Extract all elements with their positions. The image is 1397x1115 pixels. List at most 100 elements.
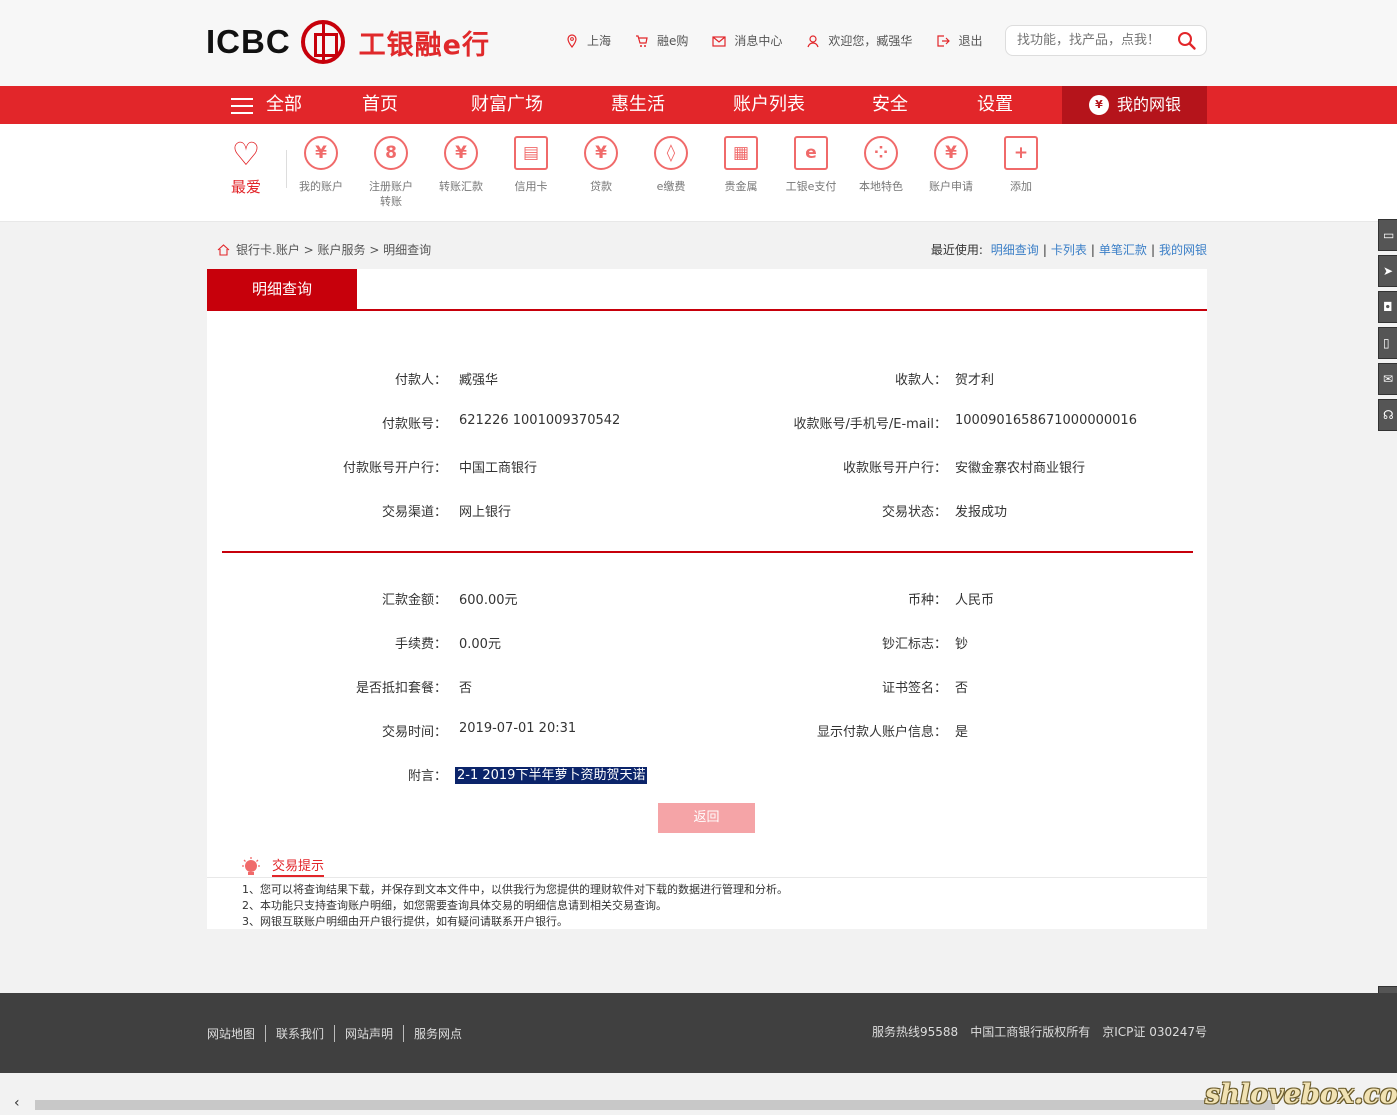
field-cert-sign-label: 证书签名： <box>881 681 947 696</box>
nav-all[interactable]: 全部 <box>266 86 302 124</box>
top-links: 上海 融e购 消息中心 欢迎您，臧强华 退出 <box>565 32 1006 49</box>
icbc-emblem-icon <box>300 20 345 64</box>
shortcut-gold[interactable]: ▦ 贵金属 <box>706 136 776 194</box>
breadcrumb-path[interactable]: 银行卡.账户 > 账户服务 > 明细查询 <box>236 241 431 258</box>
register-transfer-icon: 8 <box>374 136 408 170</box>
recent-link-mybank[interactable]: 我的网银 <box>1159 243 1207 257</box>
field-payee-account-value: 1000901658671000000016 <box>955 413 1137 428</box>
shortcut-strip: ♡ 最爱 ¥ 我的账户 8 注册账户转账 ¥ 转账汇款 ▤ 信用卡 ¥ 贷款 ◊… <box>0 124 1397 222</box>
welcome-user[interactable]: 欢迎您，臧强华 <box>806 32 912 49</box>
side-tool-bag[interactable]: ▭ <box>1378 219 1397 251</box>
field-cash-flag-label: 钞汇标志： <box>881 637 947 652</box>
nav-home[interactable]: 首页 <box>362 86 398 124</box>
shortcut-register-transfer[interactable]: 8 注册账户转账 <box>356 136 426 209</box>
scrollbar-thumb[interactable] <box>35 1100 1275 1110</box>
footer-link-contact[interactable]: 联系我们 <box>265 1025 334 1042</box>
logout-icon <box>937 34 951 47</box>
shortcut-label: 转账汇款 <box>439 180 483 193</box>
logo-cn-text: 工银融e行 <box>358 29 490 61</box>
memo-text: 2-1 2019下半年萝卜资助贺天诺 <box>455 767 648 784</box>
footer: 网站地图 联系我们 网站声明 服务网点 服务热线95588 中国工商银行版权所有… <box>0 993 1397 1073</box>
epay-icon: e <box>794 136 828 170</box>
search-box <box>1005 25 1207 56</box>
nav-wealth[interactable]: 财富广场 <box>471 86 543 124</box>
shortcut-label: 账户申请 <box>929 180 973 193</box>
shortcut-loan[interactable]: ¥ 贷款 <box>566 136 636 194</box>
menu-icon[interactable] <box>231 98 253 114</box>
back-button[interactable]: 返回 <box>658 803 755 833</box>
shortcut-local[interactable]: ⁘ 本地特色 <box>846 136 916 194</box>
tab-detail-query[interactable]: 明细查询 <box>207 269 357 311</box>
side-tool-mail[interactable]: ✉ <box>1378 363 1397 395</box>
mail-icon: ✉ <box>1383 372 1394 386</box>
side-tool-service[interactable]: ☊ <box>1378 399 1397 431</box>
field-currency-label: 币种： <box>907 593 947 608</box>
shortcut-my-account[interactable]: ¥ 我的账户 <box>286 136 356 194</box>
shortcut-label: 贷款 <box>590 180 612 193</box>
nav-my-ebank[interactable]: ¥ 我的网银 <box>1062 86 1207 124</box>
field-payee-label: 收款人： <box>894 373 947 388</box>
field-cash-flag-value: 钞 <box>955 637 969 652</box>
favorites-label: 最爱 <box>230 178 261 196</box>
gold-icon: ▦ <box>724 136 758 170</box>
payment-icon: ◊ <box>654 136 688 170</box>
field-payee-bank-value: 安徽金寨农村商业银行 <box>955 461 1086 476</box>
favorites[interactable]: ♡ 最爱 <box>228 136 264 197</box>
shortcut-epayment[interactable]: ◊ e缴费 <box>636 136 706 194</box>
shortcut-label: 注册账户转账 <box>369 180 413 208</box>
search-icon[interactable] <box>1177 31 1197 51</box>
section-divider <box>222 551 1193 553</box>
horizontal-scrollbar[interactable]: ‹ <box>0 1095 1397 1115</box>
icbc-logo[interactable]: ICBC 工银融e行 <box>206 20 490 64</box>
bag-icon: ▭ <box>1383 228 1395 242</box>
shortcut-add[interactable]: + 添加 <box>986 136 1056 194</box>
nav-accounts[interactable]: 账户列表 <box>733 86 805 124</box>
detail-panel: 明细查询 付款人： 臧强华 收款人： 贺才利 付款账号： 621226 1001… <box>207 269 1207 929</box>
footer-link-statement[interactable]: 网站声明 <box>334 1025 403 1042</box>
credit-card-icon: ▤ <box>514 136 548 170</box>
send-icon: ➤ <box>1383 264 1394 278</box>
shortcut-account-apply[interactable]: ¥ 账户申请 <box>916 136 986 194</box>
message-center-link[interactable]: 消息中心 <box>712 32 782 49</box>
tip-line: 3、网银互联账户明细由开户银行提供，如有疑问请联系开户银行。 <box>242 915 568 928</box>
account-icon: ¥ <box>304 136 338 170</box>
shortcut-label: 本地特色 <box>859 180 903 193</box>
watermark: shlovebox.com <box>1205 1079 1397 1110</box>
footer-link-sitemap[interactable]: 网站地图 <box>207 1025 265 1042</box>
my-ebank-label: 我的网银 <box>1117 95 1182 114</box>
tip-line: 2、本功能只支持查询账户明细，如您需要查询具体交易的明细信息请到相关交易查询。 <box>242 899 667 912</box>
lightbulb-icon <box>242 857 260 875</box>
footer-link-outlets[interactable]: 服务网点 <box>403 1025 472 1042</box>
shortcut-epay[interactable]: e 工银e支付 <box>776 136 846 194</box>
location-icon <box>567 33 577 48</box>
home-icon[interactable] <box>217 243 230 256</box>
shortcut-transfer[interactable]: ¥ 转账汇款 <box>426 136 496 194</box>
message-center-label: 消息中心 <box>734 34 783 48</box>
field-cert-sign-value: 否 <box>955 681 969 696</box>
shortcut-label: 工银e支付 <box>785 180 837 193</box>
recent-link-cards[interactable]: 卡列表 <box>1051 243 1087 257</box>
recent-link-detail[interactable]: 明细查询 <box>991 243 1039 257</box>
field-payee-bank-label: 收款账号开户行： <box>842 461 947 476</box>
search-input[interactable] <box>1006 26 1166 55</box>
nav-settings[interactable]: 设置 <box>977 86 1013 124</box>
side-tool-send[interactable]: ➤ <box>1378 255 1397 287</box>
emall-link[interactable]: 融e购 <box>635 32 688 49</box>
recent-link-remit[interactable]: 单笔汇款 <box>1099 243 1147 257</box>
nav-life[interactable]: 惠生活 <box>611 86 665 124</box>
shortcut-label: e缴费 <box>656 180 686 193</box>
side-tool-camera[interactable]: ◘ <box>1378 291 1397 323</box>
shortcut-credit-card[interactable]: ▤ 信用卡 <box>496 136 566 194</box>
shortcut-label: 我的账户 <box>299 180 343 193</box>
side-tool-clipboard[interactable]: ▯ <box>1378 327 1397 359</box>
footer-icp: 京ICP证 030247号 <box>1102 1025 1207 1039</box>
nav-security[interactable]: 安全 <box>872 86 908 124</box>
logout-link[interactable]: 退出 <box>936 32 982 49</box>
footer-links: 网站地图 联系我们 网站声明 服务网点 <box>207 1025 472 1042</box>
scroll-left-icon[interactable]: ‹ <box>14 1095 20 1111</box>
emall-label: 融e购 <box>657 34 689 48</box>
add-icon: + <box>1004 136 1038 170</box>
local-icon: ⁘ <box>864 136 898 170</box>
field-memo-value: 2-1 2019下半年萝卜资助贺天诺 <box>455 764 648 784</box>
location-link[interactable]: 上海 <box>565 32 611 49</box>
